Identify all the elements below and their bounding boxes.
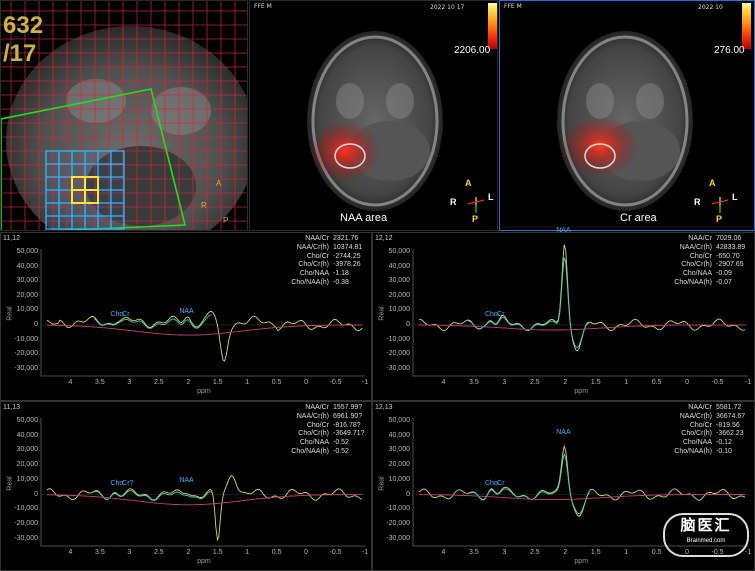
svg-text:P: P (223, 216, 228, 225)
naa-orient-r: R (450, 197, 457, 207)
cr-date: 2022 10 (698, 4, 723, 11)
naa-header: FFE M (254, 3, 272, 10)
spectrum-plot (412, 244, 748, 377)
cr-area-label: Cr area (620, 212, 657, 224)
naa-area-label: NAA area (340, 212, 388, 224)
overlay-line-1: 632 (3, 12, 44, 39)
cr-orient-p: P (716, 214, 723, 224)
baseline-trace (46, 324, 363, 336)
overlay-line-2: /17 (3, 40, 37, 67)
axis-lines (412, 249, 748, 377)
spectrum-panel[interactable]: 11,13 NAA/Cr 1557.99? NAA/Cr(h) 6961.90? Cho/… (0, 401, 372, 571)
cr-orient-l: L (732, 192, 738, 202)
cr-map-image (557, 31, 729, 213)
naa-date: 2022 10 17 (430, 4, 465, 11)
naa-map-view[interactable]: FFE M 2022 10 17 2206.00 NAA area A R L … (249, 0, 498, 231)
cr-header: FFE M (504, 3, 522, 10)
baseline-trace (419, 324, 745, 331)
spectrum-plot (40, 249, 365, 377)
orientation-cross (467, 197, 485, 213)
peak-label: Cho (484, 480, 498, 488)
naa-scale-max: 2206.00 (454, 45, 491, 56)
spectrum-trace (418, 444, 746, 517)
peak-label: Cr (497, 480, 505, 488)
axis-lines (40, 249, 365, 377)
peak-label: NAA (179, 307, 194, 315)
watermark-cn: 脑医汇 (680, 517, 732, 534)
naa-map-image (307, 31, 485, 213)
spectrum-panel[interactable]: 11,12 NAA/Cr 2321.76 NAA/Cr(h) 10374.81 Cho/C… (0, 232, 372, 401)
cr-orient-r: R (694, 197, 701, 207)
peak-label: Cr? (122, 480, 134, 488)
naa-orient-p: P (472, 214, 479, 224)
spectrum-plot (40, 418, 365, 547)
peak-label: NAA (556, 227, 571, 235)
peak-label: Cr (497, 310, 505, 318)
naa-orient-l: L (488, 192, 494, 202)
svg-text:R: R (201, 201, 207, 210)
spectrum-trace (46, 475, 363, 542)
spectrum-trace (419, 244, 746, 352)
peak-label: NAA (179, 477, 194, 485)
naa-colorbar (488, 3, 497, 49)
peak-label: Cr (122, 310, 130, 318)
cr-map-view[interactable]: FFE M 2022 10 276.00 Cr area A R L P (499, 0, 755, 231)
watermark-en: Brainmed.com (686, 538, 726, 544)
axis-lines (40, 418, 365, 547)
peak-label: Cho (484, 310, 498, 318)
cr-orient-a: A (709, 178, 716, 188)
orientation-cross (711, 197, 729, 213)
peak-label: NAA (556, 428, 571, 436)
baseline-trace (46, 494, 363, 506)
watermark-logo: 脑医汇 Brainmed.com (663, 513, 749, 557)
spectrum-panel[interactable]: 12,12 NAA/Cr 7029.06 NAA/Cr(h) 42833.89 Cho/C… (372, 227, 755, 401)
cr-colorbar (742, 3, 751, 49)
cr-scale-max: 276.00 (714, 45, 745, 56)
svg-text:A: A (216, 179, 222, 188)
mri-localizer-view[interactable]: A R P 632 /17 (0, 0, 248, 231)
naa-orient-a: A (465, 178, 472, 188)
